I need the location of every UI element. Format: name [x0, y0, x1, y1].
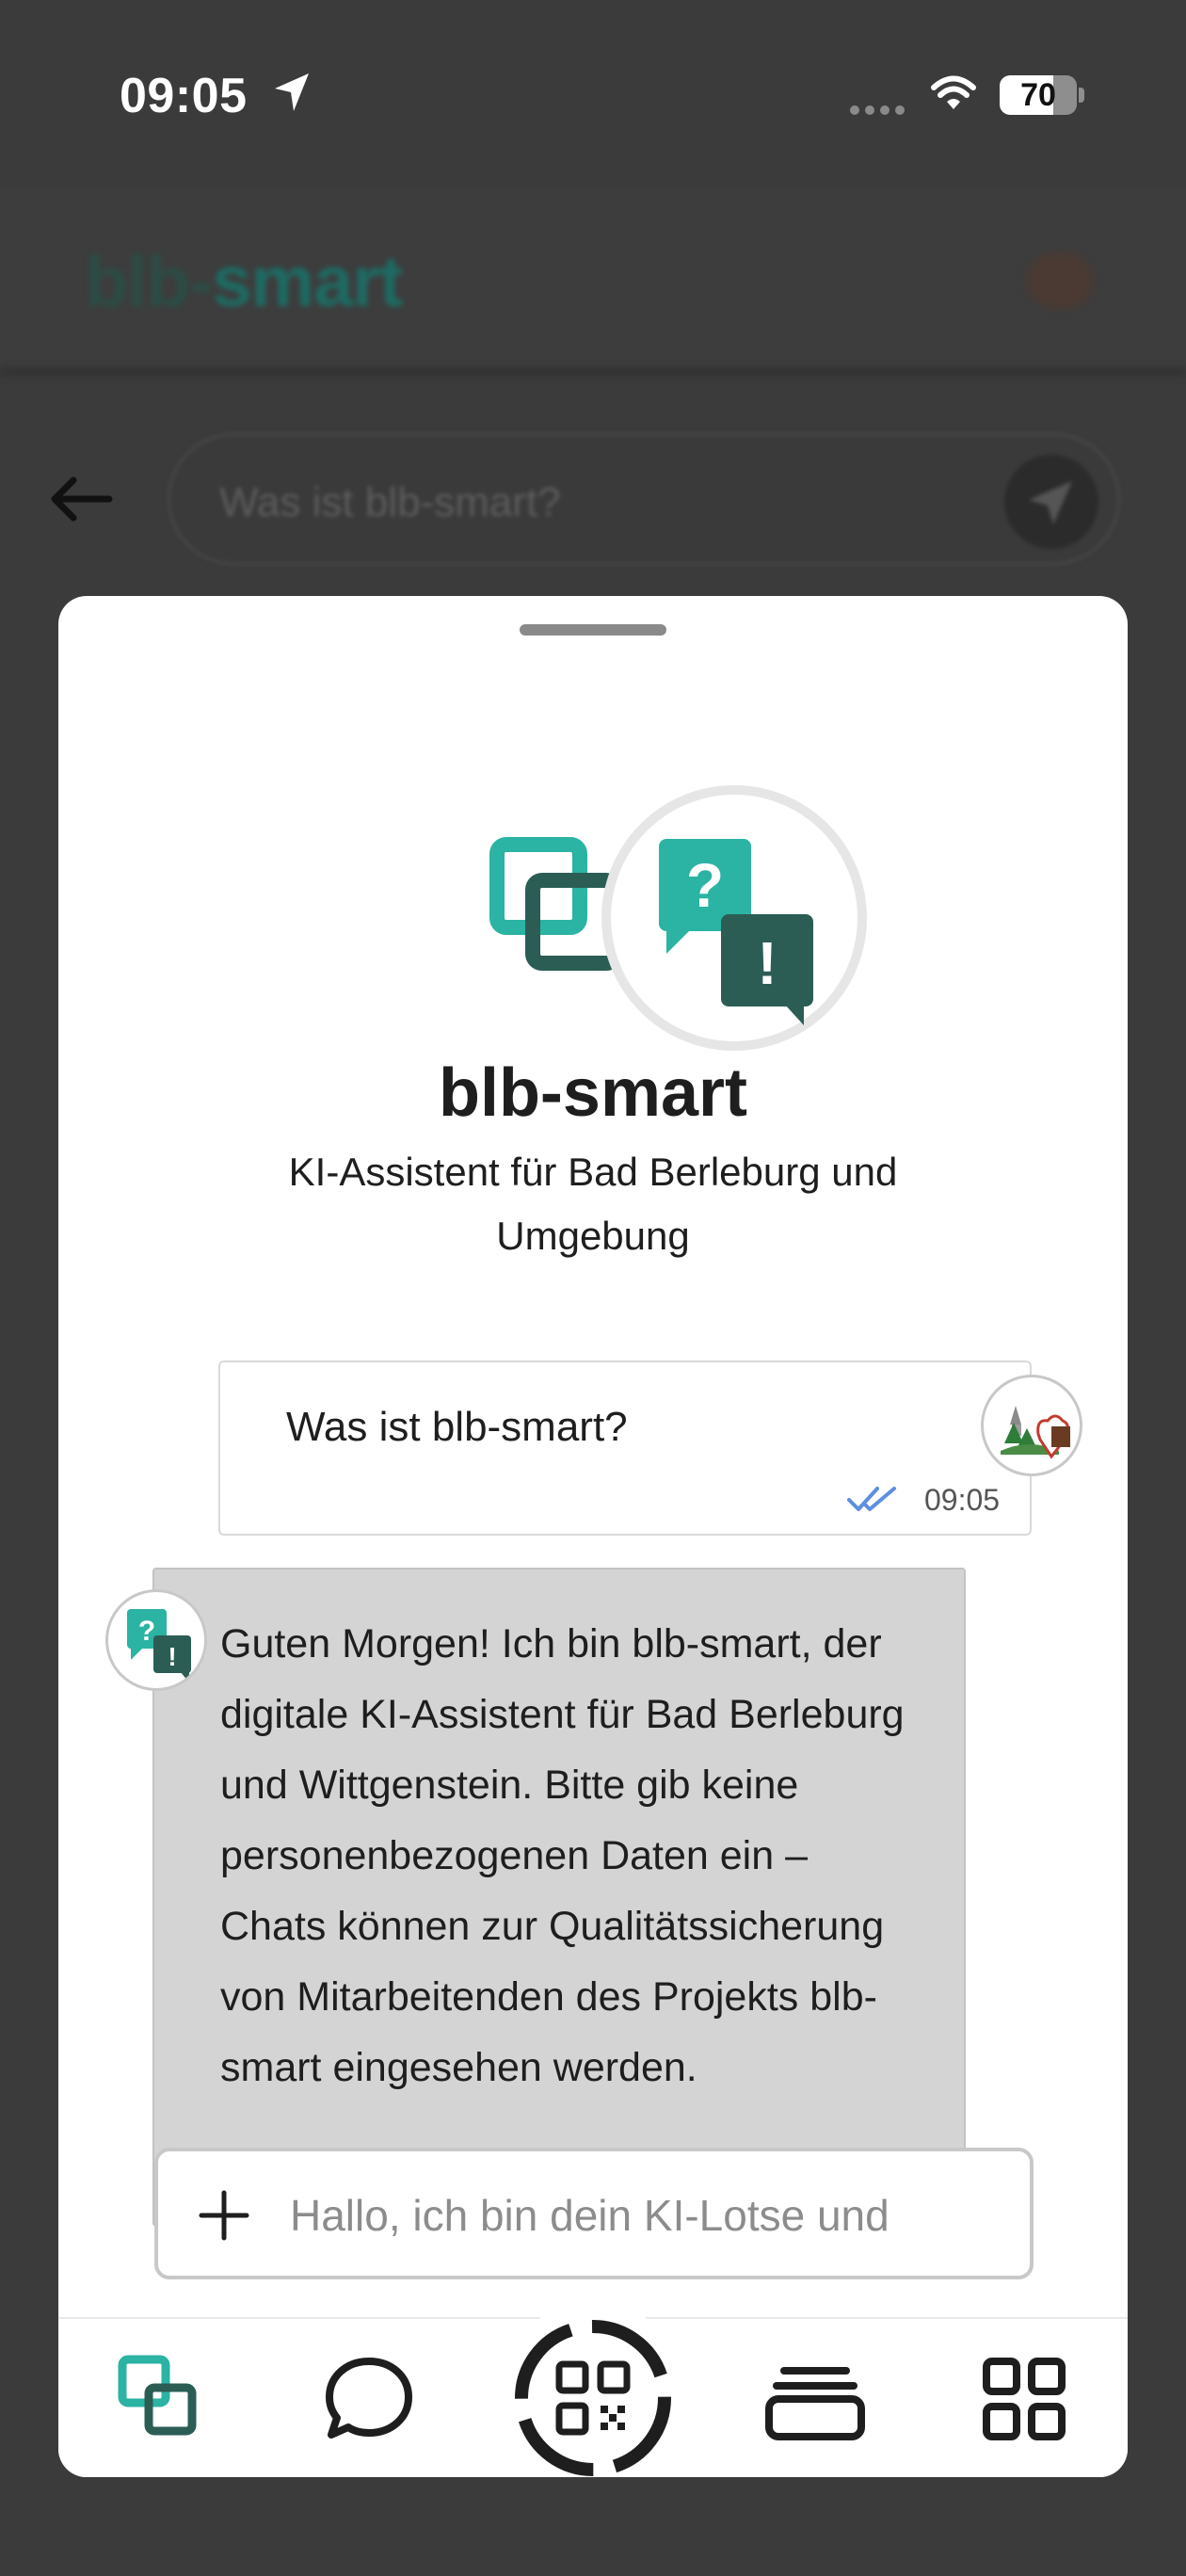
assistant-avatar: ? ! — [105, 1589, 207, 1691]
arrow-left-icon — [51, 476, 113, 522]
town-crest-icon — [1001, 1406, 1070, 1459]
user-message-time: 09:05 — [924, 1483, 1001, 1517]
message-input[interactable] — [290, 2180, 892, 2251]
background-avatar — [1026, 252, 1094, 309]
blb-smart-logo-icon: ? ! — [489, 785, 867, 1051]
logo-part-1: blb- — [85, 242, 213, 322]
background-divider — [0, 367, 1186, 377]
plus-icon[interactable] — [198, 2189, 250, 2242]
wifi-icon — [931, 75, 976, 109]
qr-scan-icon — [515, 2320, 671, 2476]
battery-indicator: 70 — [1000, 75, 1077, 115]
location-arrow-icon — [275, 73, 309, 111]
assistant-message-text: Guten Morgen! Ich bin blb-smart, der dig… — [220, 1621, 905, 2090]
user-message-bubble: Was ist blb-smart? 09:05 — [218, 1360, 1032, 1536]
assistant-message-bubble: Guten Morgen! Ich bin blb-smart, der dig… — [152, 1568, 966, 2227]
background-search-text: Was ist blb-smart? — [219, 479, 561, 525]
send-arrow-icon — [1029, 481, 1072, 524]
background-search-field: Was ist blb-smart? — [168, 433, 1120, 565]
background-logo: blb-smart — [85, 241, 403, 323]
user-message-text: Was ist blb-smart? — [286, 1404, 628, 1450]
nav-apps-button[interactable] — [939, 2319, 1109, 2477]
user-avatar — [981, 1375, 1082, 1476]
logo-part-2: smart — [212, 242, 403, 322]
nav-home-button[interactable] — [77, 2319, 247, 2477]
nav-chat-button[interactable] — [284, 2319, 454, 2477]
status-bar: 09:05 70 — [0, 0, 1186, 188]
app-title: blb-smart — [438, 1055, 748, 1131]
battery-percent: 70 — [1020, 77, 1056, 113]
signal-dots-icon — [850, 105, 905, 115]
background-header: blb-smart — [0, 188, 1186, 367]
svg-text:?: ? — [686, 850, 724, 920]
chat-bubble-icon — [326, 2358, 412, 2439]
grid-apps-icon — [983, 2358, 1066, 2440]
battery-cap — [1079, 88, 1084, 103]
bottom-navigation — [58, 2302, 1128, 2477]
svg-text:?: ? — [138, 1616, 155, 1647]
nav-cards-button[interactable] — [730, 2319, 900, 2477]
svg-text:!: ! — [168, 1642, 176, 1671]
nav-scan-button[interactable] — [497, 2302, 689, 2477]
svg-text:!: ! — [757, 929, 777, 997]
status-time: 09:05 — [120, 69, 248, 123]
cards-stack-icon — [765, 2367, 865, 2440]
double-check-icon — [847, 1487, 896, 1511]
home-squares-icon — [118, 2355, 197, 2436]
sheet-drag-handle[interactable] — [520, 624, 666, 636]
chat-sheet: ? ! blb-smart KI-Assistent für Bad Berle… — [58, 596, 1128, 2477]
app-subtitle: KI-Assistent für Bad Berleburg und Umgeb… — [288, 1150, 898, 1258]
message-composer — [154, 2148, 1034, 2279]
send-icon — [1004, 455, 1098, 549]
